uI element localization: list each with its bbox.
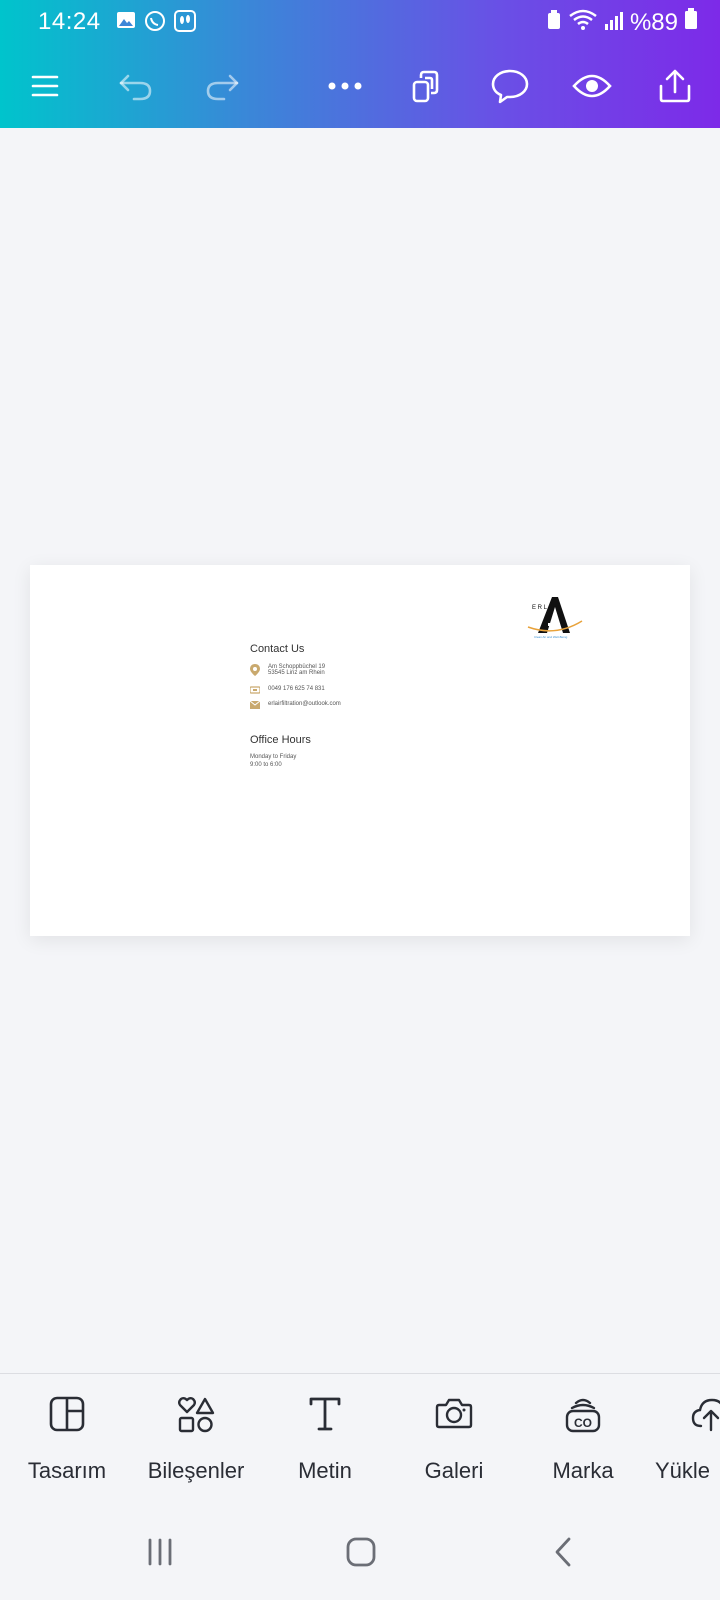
undo-icon bbox=[119, 74, 152, 101]
editor-bottom-toolbar: Tasarım Bileşenler Metin Galeri CO Marka… bbox=[0, 1373, 720, 1508]
menu-button[interactable] bbox=[19, 60, 71, 112]
share-button[interactable] bbox=[649, 60, 701, 112]
company-logo[interactable]: E R L Clean Air and Well-Being bbox=[526, 593, 586, 639]
hamburger-icon bbox=[31, 75, 59, 97]
tab-label-tasarim: Tasarım bbox=[27, 1458, 107, 1483]
signal-icon bbox=[604, 9, 624, 37]
eye-icon bbox=[572, 74, 612, 98]
tab-label-marka: Marka bbox=[552, 1458, 614, 1483]
recent-apps-button[interactable] bbox=[130, 1527, 190, 1577]
redo-icon bbox=[206, 74, 239, 101]
home-button[interactable] bbox=[331, 1527, 391, 1577]
svg-text:E R L: E R L bbox=[532, 605, 548, 611]
tab-label-metin: Metin bbox=[298, 1458, 352, 1483]
back-chevron-icon bbox=[555, 1537, 571, 1567]
pages-icon bbox=[412, 70, 439, 103]
battery-percent: %89 bbox=[629, 8, 678, 36]
camera-icon bbox=[435, 1398, 473, 1429]
svg-text:Clean Air and Well-Being: Clean Air and Well-Being bbox=[534, 635, 568, 639]
upload-cloud-icon bbox=[691, 1398, 720, 1432]
phone-number: 0049 176 625 74 831 bbox=[268, 686, 325, 692]
text-icon bbox=[309, 1397, 341, 1431]
wifi-icon bbox=[568, 8, 598, 37]
recent-apps-icon bbox=[148, 1538, 172, 1566]
more-options-button[interactable] bbox=[319, 60, 371, 112]
elements-icon bbox=[178, 1397, 215, 1433]
status-bar: 14:24 %89 bbox=[0, 0, 720, 46]
contact-us-heading[interactable]: Contact Us bbox=[250, 643, 304, 655]
tab-galeri[interactable]: Galeri bbox=[389, 1374, 519, 1508]
layout-icon bbox=[49, 1396, 85, 1432]
address-line-2: 53545 Linz am Rhein bbox=[268, 670, 325, 676]
editor-toolbar bbox=[0, 60, 720, 112]
system-navigation-bar bbox=[0, 1507, 720, 1600]
office-days[interactable]: Monday to Friday bbox=[250, 754, 296, 760]
tab-label-bilesenler: Bileşenler bbox=[147, 1458, 245, 1483]
tab-yukle[interactable]: Yükle bbox=[647, 1374, 720, 1508]
redo-button[interactable] bbox=[196, 60, 248, 112]
tab-label-yukle: Yükle bbox=[655, 1458, 711, 1483]
battery-icon bbox=[684, 8, 698, 37]
envelope-icon bbox=[250, 701, 260, 709]
brand-icon: CO bbox=[565, 1398, 601, 1433]
back-button[interactable] bbox=[533, 1527, 593, 1577]
battery-saver-icon bbox=[546, 9, 562, 37]
undo-button[interactable] bbox=[110, 60, 162, 112]
gallery-notification-icon bbox=[116, 10, 136, 37]
editor-header: 14:24 %89 bbox=[0, 0, 720, 128]
status-time: 14:24 bbox=[38, 8, 101, 35]
office-hours-heading[interactable]: Office Hours bbox=[250, 734, 311, 746]
preview-button[interactable] bbox=[566, 60, 618, 112]
more-dots-icon bbox=[328, 82, 362, 90]
svg-text:CO: CO bbox=[574, 1416, 592, 1430]
address-row[interactable]: Am Schoppbüchel 19 53545 Linz am Rhein bbox=[250, 664, 325, 676]
location-pin-icon bbox=[250, 664, 260, 676]
share-upload-icon bbox=[659, 69, 691, 103]
email-address: erlairfiltration@outlook.com bbox=[268, 701, 341, 707]
office-time[interactable]: 9:00 to 6:00 bbox=[250, 762, 282, 768]
comment-button[interactable] bbox=[484, 60, 536, 112]
tab-tasarim[interactable]: Tasarım bbox=[2, 1374, 132, 1508]
phone-icon bbox=[250, 686, 260, 694]
steps-notification-icon bbox=[174, 10, 196, 37]
whatsapp-notification-icon bbox=[144, 10, 166, 37]
tab-bilesenler[interactable]: Bileşenler bbox=[131, 1374, 261, 1508]
design-page[interactable]: E R L Clean Air and Well-Being Contact U… bbox=[30, 565, 690, 936]
comment-icon bbox=[491, 69, 529, 104]
tab-metin[interactable]: Metin bbox=[260, 1374, 390, 1508]
tab-label-galeri: Galeri bbox=[424, 1458, 484, 1483]
home-square-icon bbox=[346, 1537, 376, 1567]
phone-row[interactable]: 0049 176 625 74 831 bbox=[250, 686, 325, 694]
tab-marka[interactable]: CO Marka bbox=[518, 1374, 648, 1508]
pages-button[interactable] bbox=[401, 60, 453, 112]
email-row[interactable]: erlairfiltration@outlook.com bbox=[250, 701, 341, 709]
